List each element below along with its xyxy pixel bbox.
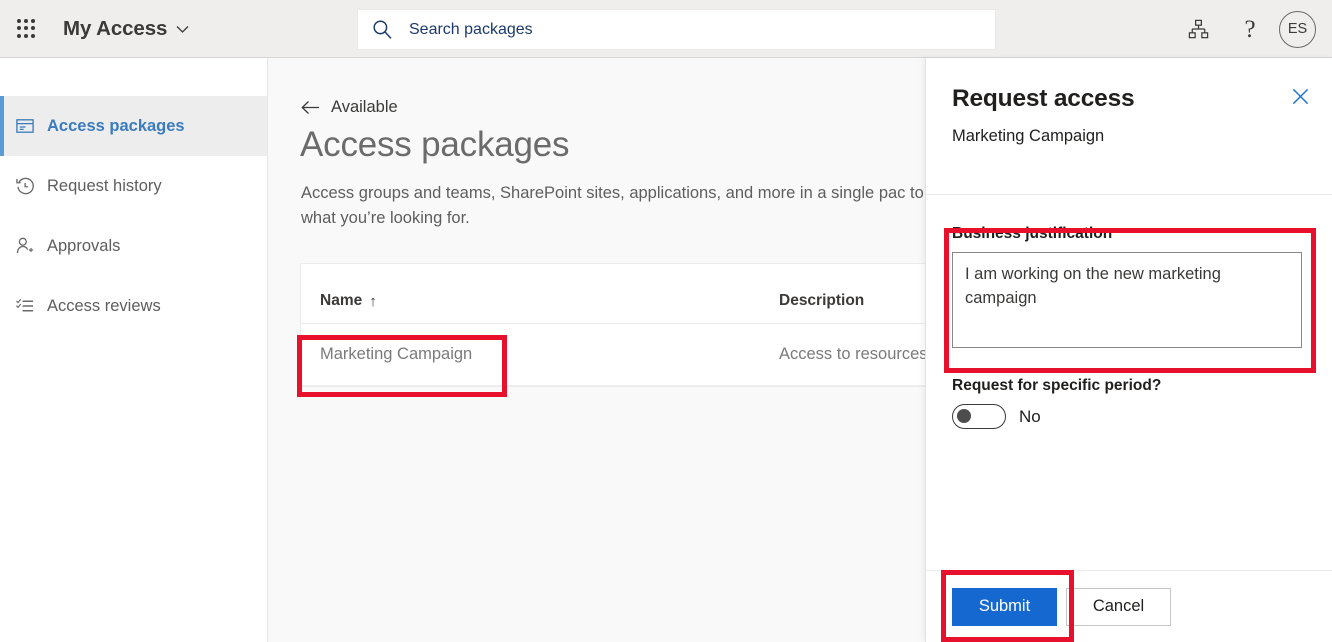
sidebar-item-approvals[interactable]: Approvals: [0, 216, 267, 276]
panel-subtitle: Marketing Campaign: [952, 127, 1306, 146]
panel-footer: Submit Cancel: [926, 570, 1332, 642]
waffle-dot-grid: [17, 19, 36, 38]
person-add-icon: [14, 236, 35, 257]
toggle-knob: [957, 409, 971, 423]
org-hierarchy-icon[interactable]: [1175, 6, 1221, 52]
sidebar-top-spacer: [0, 58, 267, 96]
column-header-label: Name: [320, 292, 362, 310]
sidebar-item-access-packages[interactable]: Access packages: [0, 96, 267, 156]
search-icon: [372, 19, 393, 40]
avatar[interactable]: ES: [1279, 11, 1316, 48]
arrow-left-icon: [301, 99, 320, 116]
specific-period-toggle-row: No: [952, 404, 1306, 429]
search-input-placeholder[interactable]: Search packages: [409, 21, 533, 39]
specific-period-toggle[interactable]: [952, 404, 1006, 429]
panel-header: Request access Marketing Campaign: [926, 58, 1332, 195]
sidebar-item-label: Access reviews: [47, 297, 161, 316]
clock-history-icon: [14, 176, 35, 197]
search-box[interactable]: Search packages: [358, 10, 995, 49]
sidebar-item-request-history[interactable]: Request history: [0, 156, 267, 216]
question-mark-icon[interactable]: ?: [1227, 6, 1273, 52]
toggle-state-label: No: [1019, 407, 1041, 427]
sidebar-item-label: Approvals: [47, 237, 120, 256]
submit-button[interactable]: Submit: [952, 588, 1057, 626]
brand-menu[interactable]: My Access: [63, 0, 189, 58]
top-navigation-bar: My Access Search packages: [0, 0, 1332, 58]
app-launcher-waffle-icon[interactable]: [2, 0, 50, 58]
avatar-initials: ES: [1288, 21, 1307, 37]
cancel-button[interactable]: Cancel: [1066, 588, 1171, 626]
sidebar-item-label: Request history: [47, 177, 162, 196]
panel-body: Business justification Request for speci…: [926, 195, 1332, 429]
close-icon[interactable]: [1284, 80, 1316, 112]
breadcrumb-label: Available: [331, 98, 398, 117]
business-justification-label: Business justification: [952, 225, 1306, 243]
checklist-icon: [14, 296, 35, 317]
column-header-label: Description: [779, 292, 864, 310]
page-description: Access groups and teams, SharePoint site…: [301, 181, 981, 231]
sidebar: Access packages Request history Appr: [0, 58, 268, 642]
chevron-down-icon: [176, 23, 189, 36]
sidebar-item-label: Access packages: [47, 117, 185, 136]
specific-period-label: Request for specific period?: [952, 377, 1306, 395]
business-justification-input[interactable]: [952, 252, 1302, 348]
cell-package-name[interactable]: Marketing Campaign: [301, 345, 761, 364]
top-bar-actions: ? ES: [1175, 0, 1324, 58]
my-access-app: My Access Search packages: [0, 0, 1332, 642]
request-access-panel: Request access Marketing Campaign Busine…: [925, 58, 1332, 642]
panel-title: Request access: [952, 85, 1306, 113]
column-header-name[interactable]: Name ↑: [301, 292, 761, 310]
sort-ascending-icon: ↑: [369, 294, 377, 309]
package-box-icon: [14, 116, 35, 137]
help-label: ?: [1244, 17, 1255, 42]
brand-title: My Access: [63, 17, 167, 41]
sidebar-item-access-reviews[interactable]: Access reviews: [0, 276, 267, 336]
